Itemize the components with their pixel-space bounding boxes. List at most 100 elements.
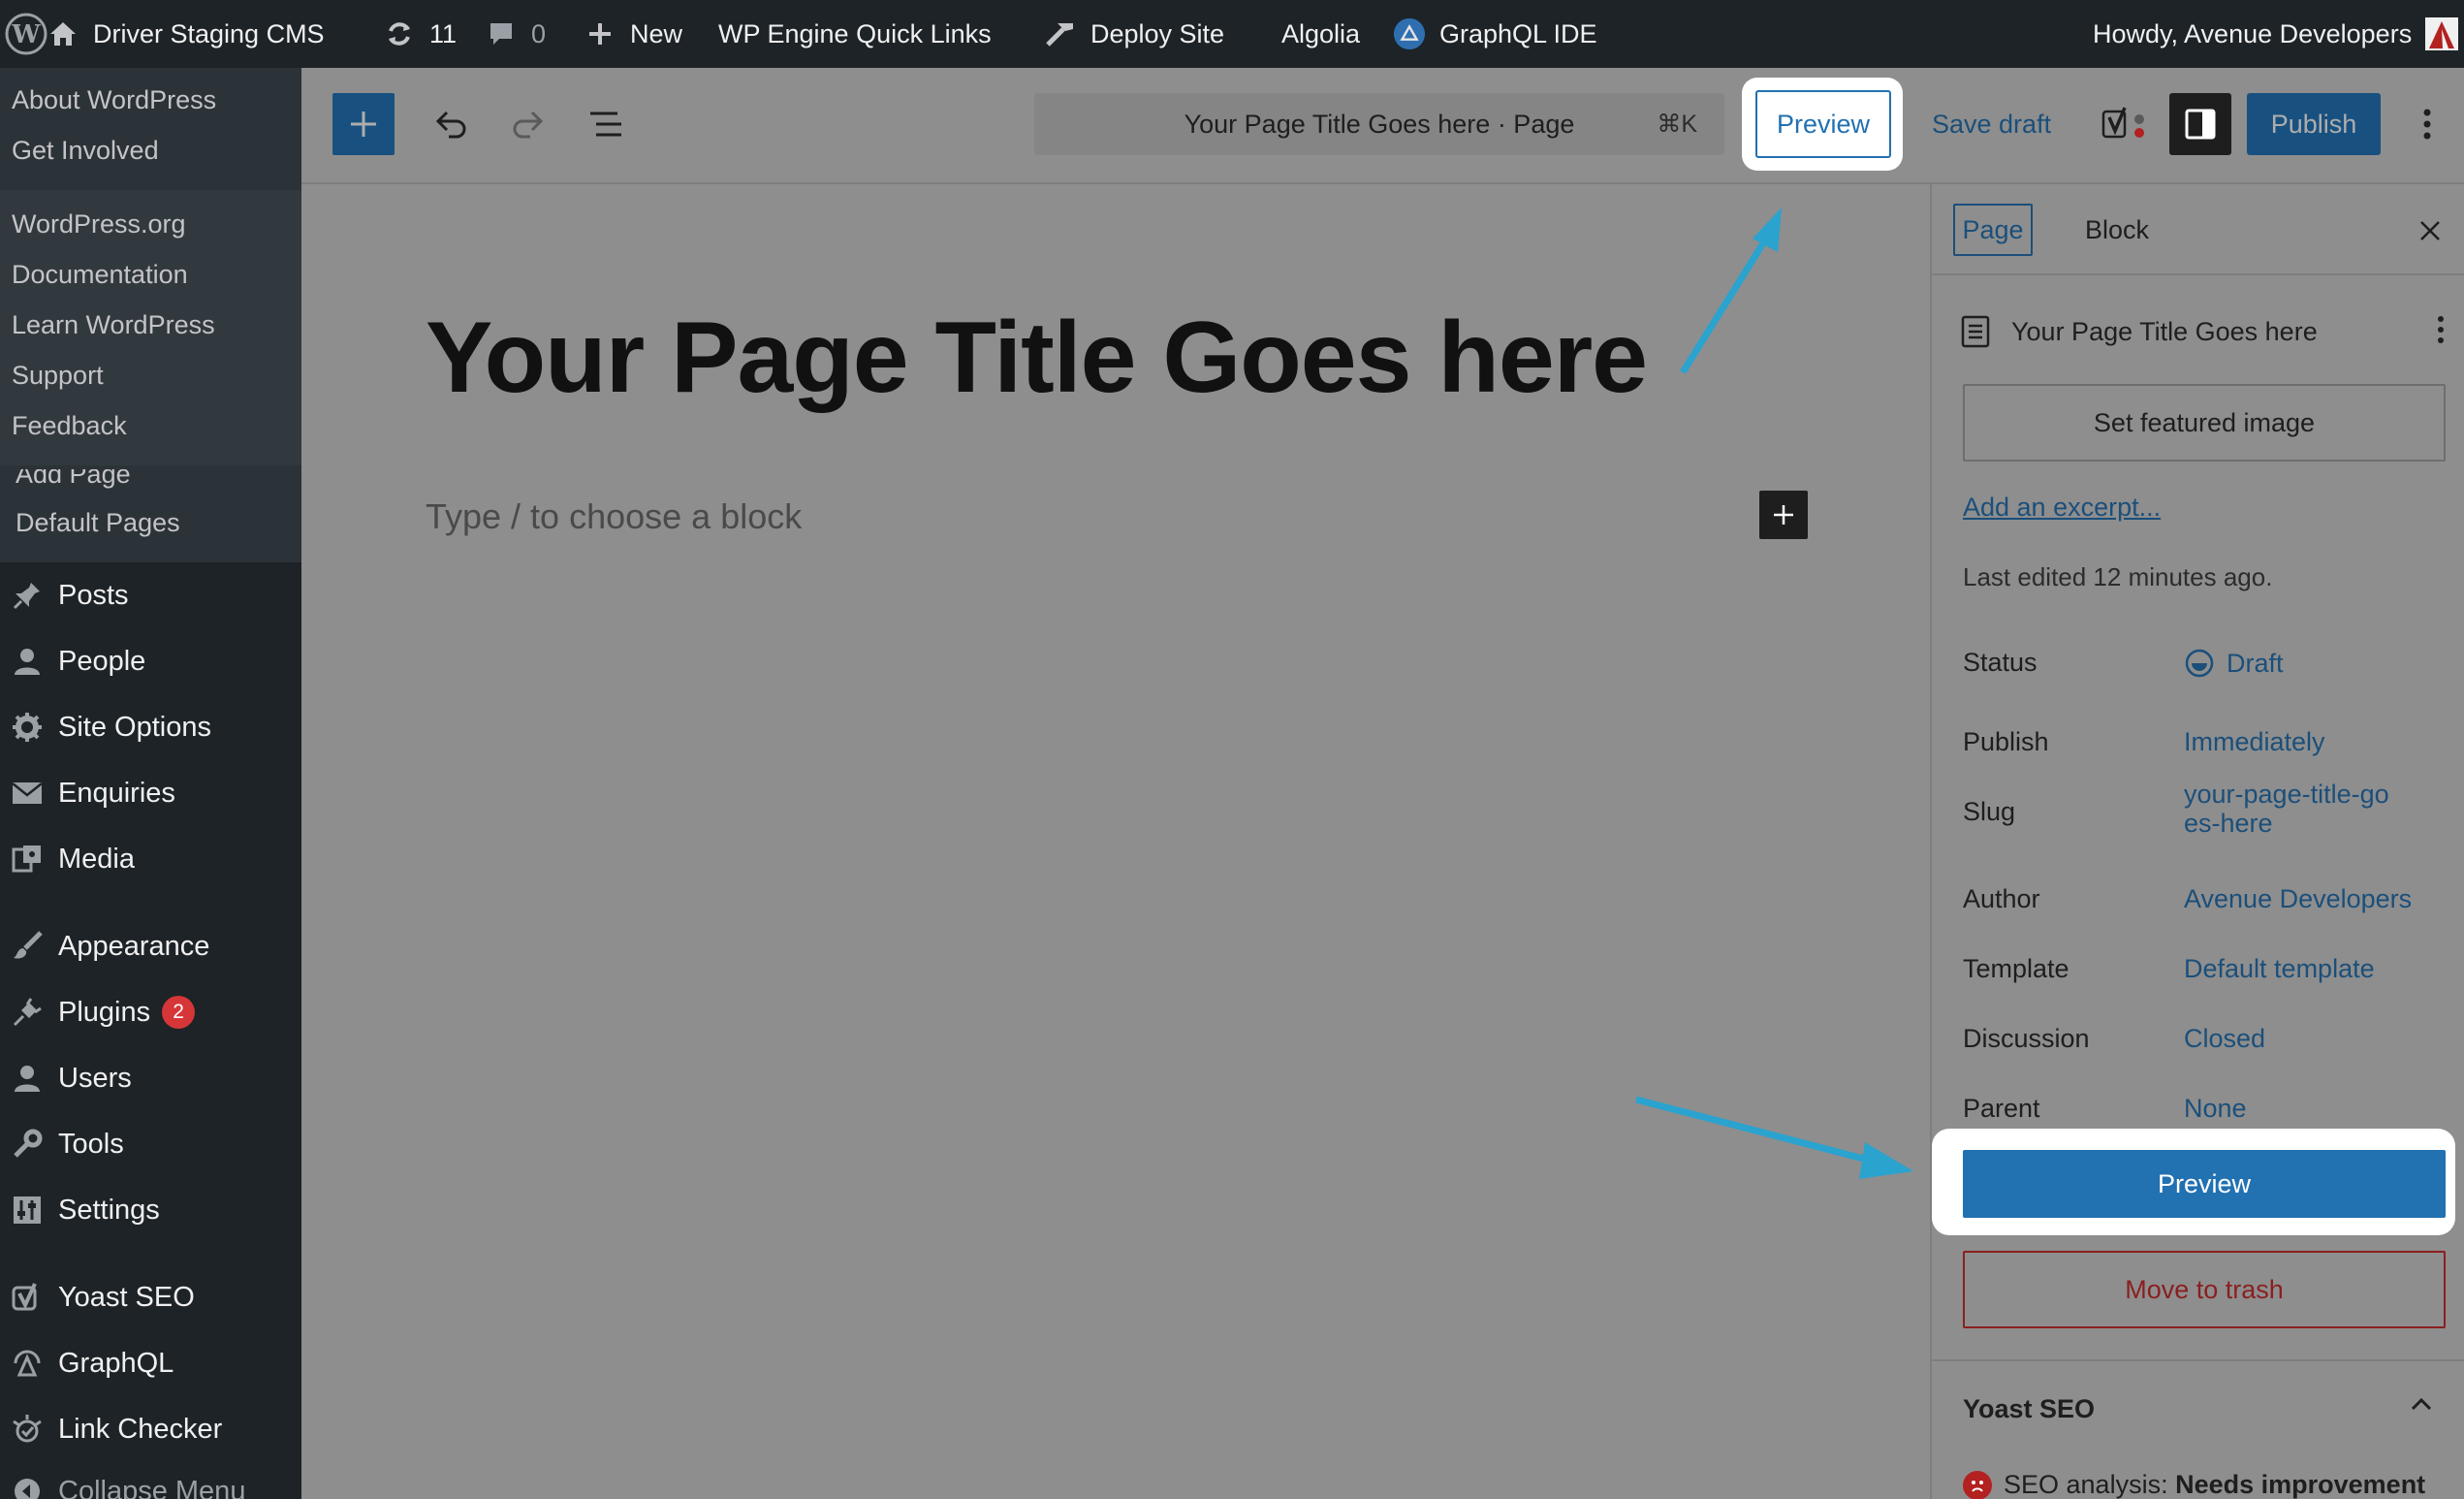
parent-value[interactable]: None <box>2184 1094 2436 1123</box>
home-icon <box>47 17 79 50</box>
feedback-link[interactable]: Feedback <box>12 411 127 441</box>
set-featured-image-button[interactable]: Set featured image <box>1963 384 2446 462</box>
site-name-link[interactable]: Driver Staging CMS <box>47 0 325 68</box>
yoast-panel-title: Yoast SEO <box>1963 1394 2096 1423</box>
undo-button[interactable] <box>424 97 478 151</box>
yoast-icon <box>0 1282 58 1313</box>
envelope-icon <box>0 781 58 806</box>
settings-sidebar-toggle[interactable] <box>2169 93 2231 155</box>
move-to-trash-button[interactable]: Move to trash <box>1963 1251 2446 1328</box>
block-inserter-button[interactable] <box>332 93 395 155</box>
redo-icon <box>513 111 544 139</box>
slug-value[interactable]: your-page-title-goes-here <box>2184 780 2397 838</box>
page-title[interactable]: Your Page Title Goes here <box>426 301 1648 416</box>
sidebar-preview-button[interactable]: Preview <box>1963 1150 2446 1218</box>
updates-link[interactable]: 11 <box>383 0 457 68</box>
options-menu-button[interactable] <box>2408 93 2447 155</box>
menu-appearance[interactable]: Appearance <box>0 917 301 975</box>
wordpress-logo-icon[interactable]: W <box>4 0 48 68</box>
command-center[interactable]: Your Page Title Goes here · Page ⌘K <box>1034 93 1724 155</box>
document-overview-button[interactable] <box>579 97 633 151</box>
comments-link[interactable]: 0 <box>485 0 546 68</box>
menu-yoast-seo[interactable]: Yoast SEO <box>0 1268 301 1326</box>
save-draft-button[interactable]: Save draft <box>1932 90 2051 158</box>
graphql-ide-link[interactable]: GraphQL IDE <box>1393 0 1597 68</box>
sad-face-icon <box>1963 1470 1992 1499</box>
collapse-menu-button[interactable]: Collapse Menu <box>0 1462 301 1499</box>
publish-button[interactable]: Publish <box>2247 93 2381 155</box>
parent-label: Parent <box>1963 1094 2040 1123</box>
menu-graphql-label: GraphQL <box>58 1347 174 1379</box>
undo-icon <box>435 111 466 139</box>
menu-users[interactable]: Users <box>0 1049 301 1107</box>
sidebar-tabs: Page Block <box>1932 184 2464 275</box>
author-value[interactable]: Avenue Developers <box>2184 884 2436 913</box>
user-icon <box>0 1064 58 1093</box>
menu-media-label: Media <box>58 843 135 875</box>
menu-site-options-label: Site Options <box>58 711 211 743</box>
wp-engine-quick-links[interactable]: WP Engine Quick Links <box>718 0 992 68</box>
admin-bar: W Driver Staging CMS 11 0 New WP Engine … <box>0 0 2464 68</box>
collapse-menu-label: Collapse Menu <box>58 1475 246 1499</box>
menu-settings[interactable]: Settings <box>0 1181 301 1239</box>
graphql-ide-label: GraphQL IDE <box>1439 18 1597 48</box>
document-summary: Your Page Title Goes here <box>1961 304 2446 359</box>
comments-count: 0 <box>531 18 547 48</box>
preview-button[interactable]: Preview <box>1755 90 1891 158</box>
menu-tools[interactable]: Tools <box>0 1115 301 1173</box>
menu-plugins[interactable]: Plugins 2 <box>0 983 301 1041</box>
menu-people[interactable]: People <box>0 632 301 690</box>
discussion-value[interactable]: Closed <box>2184 1024 2436 1053</box>
algolia-label: Algolia <box>1281 18 1361 48</box>
documentation-link[interactable]: Documentation <box>12 260 188 290</box>
template-label: Template <box>1963 954 2069 983</box>
algolia-link[interactable]: Algolia <box>1281 0 1360 68</box>
template-value[interactable]: Default template <box>2184 954 2436 983</box>
seo-analysis-prefix: SEO analysis: <box>2004 1470 2168 1499</box>
collapse-icon <box>0 1477 58 1499</box>
menu-site-options[interactable]: Site Options <box>0 698 301 756</box>
yoast-sidebar-button[interactable] <box>2098 101 2152 149</box>
menu-media[interactable]: Media <box>0 830 301 888</box>
status-value[interactable]: Draft <box>2184 648 2436 679</box>
pages-submenu: Add Page Default Pages <box>0 465 301 562</box>
hammer-icon <box>1044 17 1077 50</box>
my-account-link[interactable]: Howdy, Avenue Developers <box>2093 0 2459 68</box>
tab-block[interactable]: Block <box>2085 204 2149 256</box>
chevron-up-icon[interactable] <box>2407 1390 2436 1424</box>
menu-posts[interactable]: Posts <box>0 566 301 624</box>
close-sidebar-button[interactable] <box>2409 209 2451 252</box>
deploy-site-link[interactable]: Deploy Site <box>1044 0 1224 68</box>
link-checker-icon <box>0 1414 58 1445</box>
support-link[interactable]: Support <box>12 361 104 391</box>
menu-link-checker-label: Link Checker <box>58 1413 223 1445</box>
block-placeholder[interactable]: Type / to choose a block <box>426 496 802 537</box>
new-content-link[interactable]: New <box>584 0 682 68</box>
publish-value[interactable]: Immediately <box>2184 727 2436 756</box>
author-label: Author <box>1963 884 2040 913</box>
media-icon <box>0 844 58 875</box>
redo-button[interactable] <box>501 97 555 151</box>
yoast-seo-panel[interactable]: Yoast SEO SEO analysis: Needs improvemen… <box>1932 1359 2464 1499</box>
tab-page[interactable]: Page <box>1953 204 2033 256</box>
command-shortcut: ⌘K <box>1657 111 1697 138</box>
new-label: New <box>630 18 683 48</box>
get-involved-link[interactable]: Get Involved <box>12 136 159 166</box>
document-actions-button[interactable] <box>2436 314 2446 350</box>
menu-graphql[interactable]: GraphQL <box>0 1334 301 1392</box>
default-pages-link[interactable]: Default Pages <box>16 508 180 538</box>
menu-tools-label: Tools <box>58 1128 124 1160</box>
learn-wordpress-link[interactable]: Learn WordPress <box>12 310 215 340</box>
wordpress-flyout-menu: About WordPress Get Involved WordPress.o… <box>0 68 301 465</box>
seo-analysis-row[interactable]: SEO analysis: Needs improvement <box>1963 1470 2425 1499</box>
draft-status-icon <box>2185 649 2214 678</box>
wordpress-org-link[interactable]: WordPress.org <box>12 209 186 239</box>
discussion-label: Discussion <box>1963 1024 2090 1053</box>
add-block-button[interactable] <box>1759 491 1808 539</box>
menu-enquiries[interactable]: Enquiries <box>0 764 301 822</box>
menu-enquiries-label: Enquiries <box>58 777 175 809</box>
add-excerpt-link[interactable]: Add an excerpt... <box>1963 493 2161 523</box>
menu-settings-label: Settings <box>58 1194 160 1226</box>
menu-link-checker[interactable]: Link Checker <box>0 1400 301 1458</box>
about-wordpress-link[interactable]: About WordPress <box>12 85 216 115</box>
